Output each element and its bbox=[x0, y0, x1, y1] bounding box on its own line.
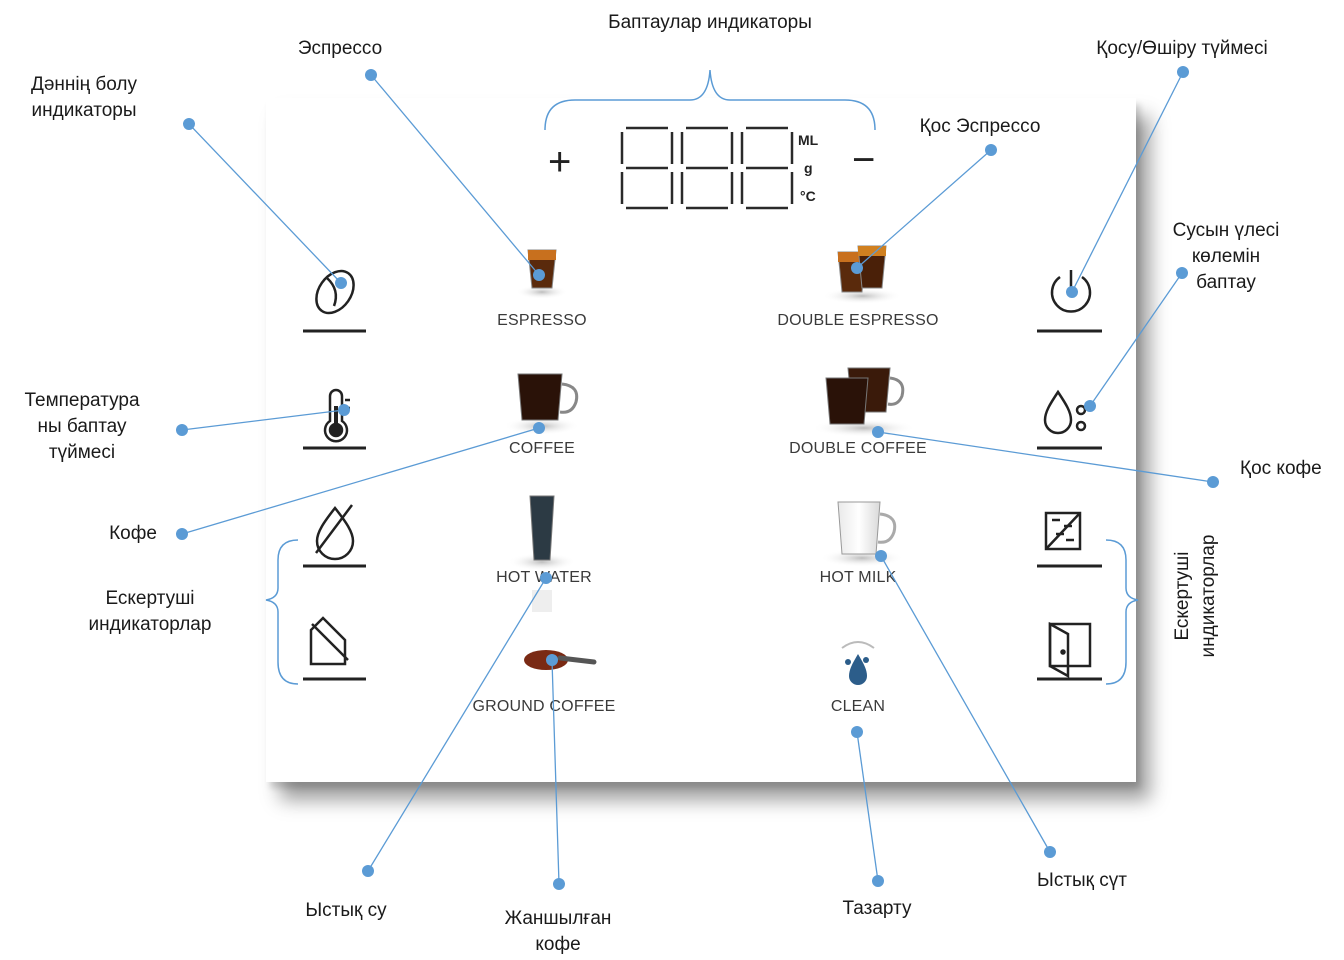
dot-grind-label bbox=[183, 118, 195, 130]
callout-power-button: Қосу/Өшіру түймесі bbox=[1096, 38, 1268, 59]
connector-hot-milk bbox=[880, 555, 1051, 853]
callout-volume-line2: көлемін bbox=[1191, 246, 1261, 267]
callout-warnings-left-line1: Ескертуші bbox=[105, 588, 195, 609]
connector-hot-water bbox=[367, 577, 547, 872]
dot-ground-coffee-target bbox=[546, 654, 558, 666]
callout-espresso: Эспрессо bbox=[297, 38, 383, 59]
callout-temperature-line1: Температура bbox=[24, 390, 140, 411]
dot-hot-water-target bbox=[540, 572, 552, 584]
callout-grind-line2: индикаторы bbox=[31, 100, 137, 121]
callout-volume-line3: баптау bbox=[1196, 272, 1256, 293]
dot-hot-water-label bbox=[362, 865, 374, 877]
callout-hot-milk: Ыстық сүт bbox=[1037, 870, 1127, 891]
callout-warnings-left: Ескертуші индикаторлар bbox=[89, 586, 212, 638]
callout-double-coffee: Қос кофе bbox=[1240, 458, 1322, 479]
dot-double-coffee-label bbox=[1207, 476, 1219, 488]
callout-double-espresso: Қос Эспрессо bbox=[919, 116, 1041, 137]
dot-hot-milk-target bbox=[875, 550, 887, 562]
connector-double-espresso bbox=[856, 149, 992, 269]
callout-warnings-right: Ескертуші индикаторлар bbox=[1170, 535, 1222, 658]
dot-hot-milk-label bbox=[1044, 846, 1056, 858]
callout-ground-coffee-line2: кофе bbox=[535, 934, 581, 955]
connector-temperature bbox=[181, 409, 345, 431]
callout-settings-indicator: Баптаулар индикаторы bbox=[608, 12, 812, 33]
callout-coffee: Кофе bbox=[109, 523, 157, 544]
callout-warnings-right-line1: Ескертуші bbox=[1172, 551, 1193, 641]
callout-hot-water: Ыстық су bbox=[305, 900, 387, 921]
callout-connectors bbox=[176, 66, 1219, 890]
callout-temperature-line2: ны баптау bbox=[37, 416, 127, 437]
dot-temperature-label bbox=[176, 424, 188, 436]
dot-power-target bbox=[1066, 286, 1078, 298]
connector-coffee bbox=[181, 427, 540, 535]
connector-grind bbox=[188, 123, 342, 284]
dot-espresso-label bbox=[365, 69, 377, 81]
callout-ground-coffee-line1: Жаншылған bbox=[504, 908, 612, 929]
callout-warnings-right-line2: индикаторлар bbox=[1198, 534, 1219, 658]
callout-temperature: Температура ны баптау түймесі bbox=[24, 388, 139, 466]
dot-coffee-label bbox=[176, 528, 188, 540]
dot-temperature-target bbox=[338, 404, 350, 416]
callout-temperature-line3: түймесі bbox=[48, 442, 116, 463]
callout-volume-line1: Сусын үлесі bbox=[1172, 220, 1280, 241]
dot-espresso-target bbox=[533, 269, 545, 281]
callout-grind-indicator: Дәннің болу индикаторы bbox=[31, 72, 137, 124]
callout-grind-line1: Дәннің болу bbox=[30, 74, 138, 95]
connector-espresso bbox=[370, 74, 540, 276]
dot-double-espresso-target bbox=[851, 262, 863, 274]
dot-power-label bbox=[1177, 66, 1189, 78]
connector-power bbox=[1071, 71, 1184, 293]
connector-volume bbox=[1089, 272, 1183, 407]
callout-warnings-left-line2: индикаторлар bbox=[88, 614, 212, 635]
connector-ground-coffee bbox=[551, 659, 560, 885]
dot-double-coffee-target bbox=[872, 426, 884, 438]
dot-clean-target bbox=[851, 726, 863, 738]
callout-volume: Сусын үлесі көлемін баптау bbox=[1173, 218, 1280, 296]
callout-ground-coffee: Жаншылған кофе bbox=[505, 906, 612, 958]
callout-clean: Тазарту bbox=[842, 898, 912, 919]
dot-double-espresso-label bbox=[985, 144, 997, 156]
connector-clean bbox=[856, 731, 879, 882]
connector-double-coffee bbox=[877, 431, 1214, 483]
dot-ground-coffee-label bbox=[553, 878, 565, 890]
dot-volume-target bbox=[1084, 400, 1096, 412]
dot-clean-label bbox=[872, 875, 884, 887]
dot-coffee-target bbox=[533, 422, 545, 434]
diagram-stage: + − ML g °C ESPRESSO DOUBLE ESPRESSO COF… bbox=[0, 0, 1344, 960]
dot-grind-target bbox=[335, 277, 347, 289]
